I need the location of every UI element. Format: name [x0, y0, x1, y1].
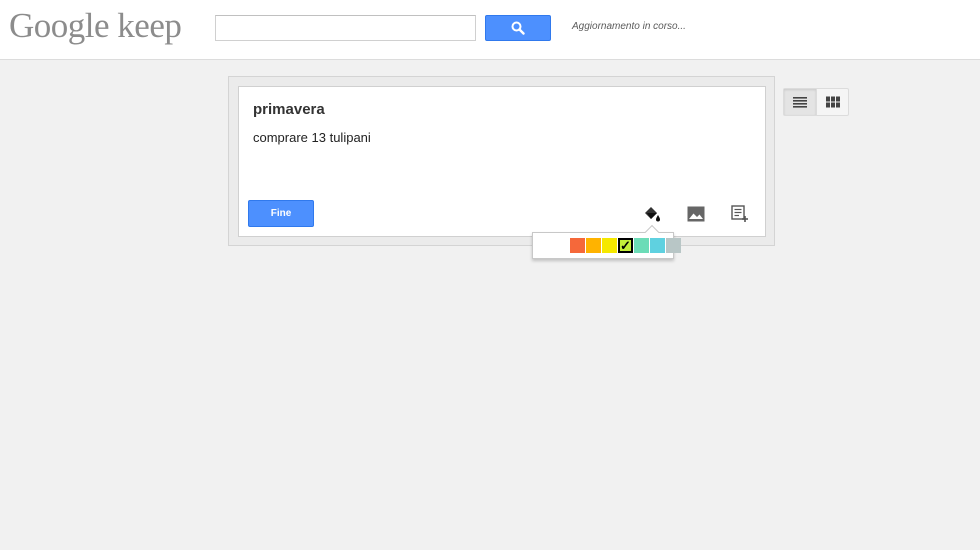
sync-status: Aggiornamento in corso... — [572, 21, 686, 32]
grid-view-icon — [825, 96, 840, 108]
checkmark-icon: ✓ — [620, 238, 631, 253]
add-image-button[interactable] — [685, 203, 707, 225]
color-swatch[interactable] — [602, 238, 617, 253]
done-button[interactable]: Fine — [248, 200, 314, 227]
image-icon — [687, 206, 705, 222]
color-swatch[interactable] — [554, 238, 569, 253]
change-color-button[interactable] — [641, 203, 663, 225]
add-checklist-button[interactable] — [729, 203, 751, 225]
color-swatch[interactable] — [666, 238, 681, 253]
top-bar: Google keep Aggiornamento in corso... — [0, 0, 980, 60]
color-fill-icon — [645, 207, 660, 222]
note-title[interactable]: primavera — [253, 101, 325, 118]
note-editor-frame: primavera comprare 13 tulipani Fine — [228, 76, 775, 246]
note-card[interactable]: primavera comprare 13 tulipani Fine — [238, 86, 766, 237]
list-view-icon — [793, 97, 807, 108]
color-swatch[interactable] — [570, 238, 585, 253]
color-palette-popup: ✓ — [532, 224, 681, 259]
search-input[interactable] — [215, 15, 476, 41]
view-toggle — [783, 88, 849, 116]
list-view-button[interactable] — [784, 89, 816, 115]
color-swatch[interactable] — [634, 238, 649, 253]
note-body[interactable]: comprare 13 tulipani — [253, 130, 371, 145]
color-swatch[interactable] — [586, 238, 601, 253]
color-swatch[interactable]: ✓ — [618, 238, 633, 253]
color-swatch-row: ✓ — [554, 238, 682, 253]
app-logo[interactable]: Google keep — [9, 6, 182, 46]
search-button[interactable] — [485, 15, 551, 41]
checklist-icon — [731, 205, 748, 222]
color-swatch[interactable] — [650, 238, 665, 253]
search-icon — [511, 21, 525, 35]
grid-view-button[interactable] — [816, 89, 848, 115]
